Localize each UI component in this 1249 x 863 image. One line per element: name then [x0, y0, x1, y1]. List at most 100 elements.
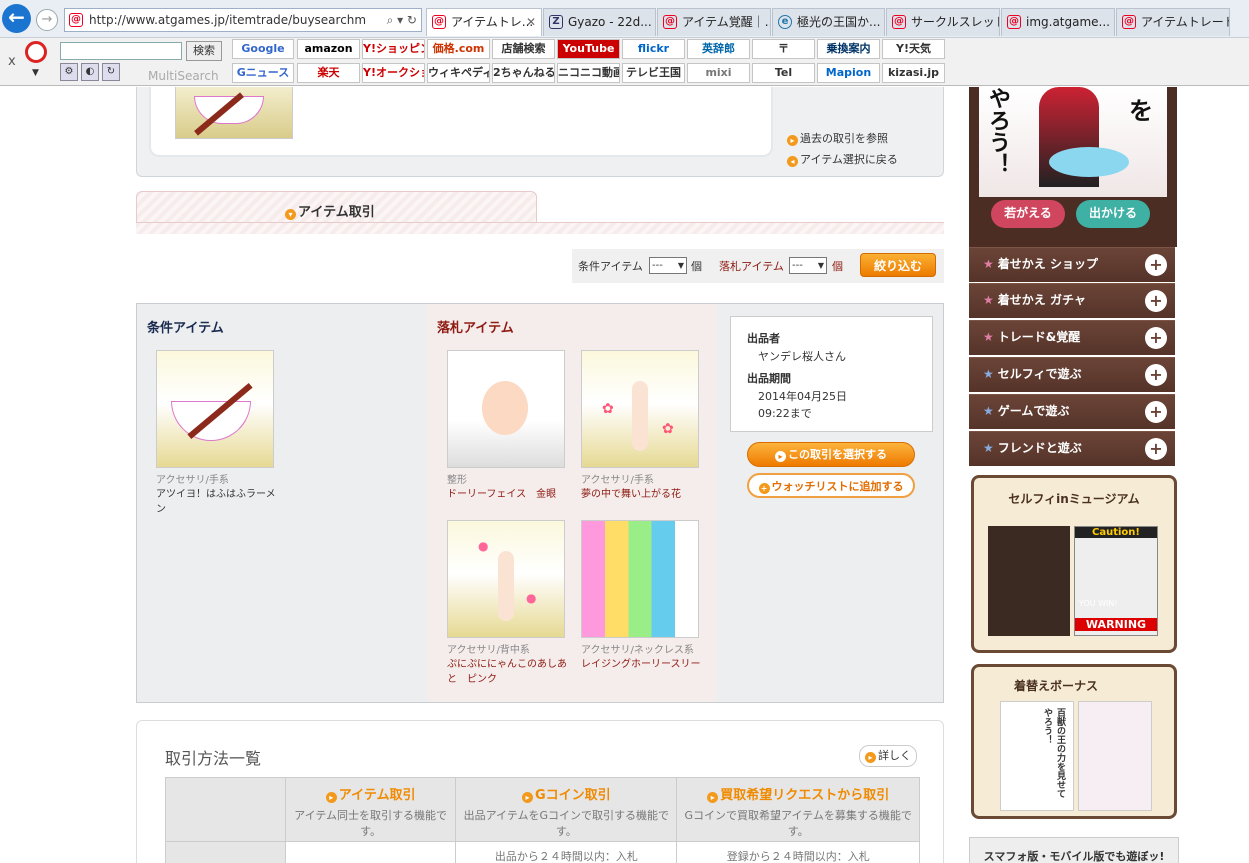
- tab-close-icon[interactable]: ✕: [526, 9, 536, 35]
- arrow-right-icon: ▸: [787, 135, 798, 146]
- narrow-down-button[interactable]: 絞り込む: [860, 253, 936, 277]
- multisearch-input[interactable]: [60, 42, 182, 60]
- select-trade-button[interactable]: ▸ この取引を選択する: [747, 442, 915, 467]
- top-item-box: ▸ 過去の取引を参照 ◂ アイテム選択に戻る: [136, 87, 944, 177]
- sidebar: やろう！ を 若がえる 出かける ★ 着せかえ ショップ + ★ 着せかえ ガチャ + …: [969, 87, 1179, 863]
- rejuvenate-button[interactable]: 若がえる: [991, 200, 1065, 228]
- quick-link-eijiro[interactable]: 英辞郎: [687, 39, 750, 59]
- item-thumbnail[interactable]: [581, 520, 699, 638]
- tab-label: Gyazo - 22d...: [568, 15, 652, 29]
- quick-link-tv-oukoku[interactable]: テレビ王国: [622, 63, 685, 83]
- character-banner[interactable]: やろう！ を: [979, 87, 1167, 197]
- drop-item[interactable]: ● ● アクセサリ/背中系 ぷにぷににゃんこのあしあと ピンク: [447, 520, 567, 687]
- tab-1[interactable]: @ アイテムトレ... ✕: [426, 8, 542, 36]
- sidebar-item-gacha[interactable]: ★ 着せかえ ガチャ +: [969, 283, 1175, 318]
- quick-link-wikipedia[interactable]: ウィキペディア: [427, 63, 490, 83]
- quick-link-youtube[interactable]: YouTube: [557, 39, 620, 59]
- method-gcoin-trade: ▸ Gコイン取引 出品アイテムをGコインで取引する機能です。: [455, 777, 678, 842]
- history-link[interactable]: ▸ 過去の取引を参照: [787, 130, 888, 146]
- method-request-row2: 登録から２４時間以内：入札: [676, 841, 920, 863]
- quick-link-2ch[interactable]: 2ちゃんねる: [492, 63, 555, 83]
- go-out-button[interactable]: 出かける: [1076, 200, 1150, 228]
- back-link-label: アイテム選択に戻る: [800, 153, 898, 166]
- smartphone-banner[interactable]: スマフォ版・モバイル版でも遊ぼッ!: [969, 837, 1179, 863]
- quick-link-kizasi[interactable]: kizasi.jp: [882, 63, 945, 83]
- back-button[interactable]: ←: [2, 4, 31, 33]
- quick-link-postal[interactable]: 〒: [752, 39, 815, 59]
- tab-label: アイテムトレ...: [451, 15, 534, 29]
- item-thumbnail[interactable]: ✿ ✿: [581, 350, 699, 468]
- details-button[interactable]: ▸ 詳しく: [859, 745, 917, 767]
- cond-count-select[interactable]: ---: [649, 257, 687, 274]
- quick-link-kakaku[interactable]: 価格.com: [427, 39, 490, 59]
- quick-link-google[interactable]: Google: [232, 39, 294, 59]
- multisearch-logo-icon[interactable]: [25, 41, 47, 63]
- tab-4[interactable]: e 極光の王国か...: [772, 8, 885, 36]
- quick-link-mapion[interactable]: Mapion: [817, 63, 880, 83]
- tab-item-trade[interactable]: ▾ アイテム取引: [136, 191, 537, 223]
- menu-label: トレード&覚醒: [997, 330, 1081, 344]
- museum-banner[interactable]: セルフィinミュージアム Caution! YOU WIN! WARNING: [971, 475, 1177, 653]
- drop-item[interactable]: ✿ ✿ アクセサリ/手系 夢の中で舞い上がる花: [581, 350, 701, 502]
- quick-link-tel[interactable]: Tel: [752, 63, 815, 83]
- plus-icon[interactable]: +: [1145, 290, 1167, 312]
- quick-link-flickr[interactable]: flickr: [622, 39, 685, 59]
- methods-title: 取引方法一覧: [165, 749, 262, 768]
- star-icon: ★: [983, 441, 994, 455]
- back-to-select-link[interactable]: ◂ アイテム選択に戻る: [787, 151, 898, 167]
- sidebar-item-selfy[interactable]: ★ セルフィで遊ぶ +: [969, 357, 1175, 392]
- forward-button[interactable]: →: [36, 9, 58, 31]
- plus-icon[interactable]: +: [1145, 364, 1167, 386]
- eraser-icon[interactable]: ◐: [81, 63, 99, 81]
- refresh-icon[interactable]: ↻: [102, 63, 120, 81]
- quick-link-rakuten[interactable]: 楽天: [297, 63, 360, 83]
- plus-icon[interactable]: +: [1145, 401, 1167, 423]
- sidebar-item-shop[interactable]: ★ 着せかえ ショップ +: [969, 247, 1175, 282]
- drop-count-select[interactable]: ---: [789, 257, 827, 274]
- quick-link-shop-search[interactable]: 店舗検索: [492, 39, 555, 59]
- quick-link-yahoo-auction[interactable]: Y!オークション: [362, 63, 425, 83]
- plus-icon[interactable]: +: [1145, 327, 1167, 349]
- banner-char: を: [1129, 97, 1153, 125]
- ramen-thumbnail[interactable]: [175, 87, 293, 139]
- arrow-right-icon: ▸: [865, 752, 876, 763]
- chevron-down-icon[interactable]: ▼: [32, 68, 39, 78]
- sidebar-item-game[interactable]: ★ ゲームで遊ぶ +: [969, 394, 1175, 429]
- cond-item[interactable]: アクセサリ/手系 アツイヨ！はふはふラーメン: [156, 350, 276, 517]
- tab-6[interactable]: @ img.atgame...: [1001, 8, 1115, 36]
- sidebar-item-friend[interactable]: ★ フレンドと遊ぶ +: [969, 431, 1175, 466]
- drop-item[interactable]: アクセサリ/ネックレス系 レイジングホーリースリー: [581, 520, 701, 672]
- item-name: ドーリーフェイス 金眼: [447, 489, 557, 500]
- item-thumbnail[interactable]: ● ●: [447, 520, 565, 638]
- seller-label: 出品者: [747, 332, 780, 345]
- tab-3[interactable]: @ アイテム覚醒｜...: [657, 8, 771, 36]
- site-favicon-icon: @: [69, 13, 83, 27]
- quick-link-nicovideo[interactable]: ニコニコ動画: [557, 63, 620, 83]
- quick-link-transit[interactable]: 乗換案内: [817, 39, 880, 59]
- sidebar-item-trade[interactable]: ★ トレード&覚醒 +: [969, 320, 1175, 355]
- quick-link-weather[interactable]: Y!天気: [882, 39, 945, 59]
- bonus-banner[interactable]: 着替えボーナス 百獣の王の力を見せてやろう！: [971, 664, 1177, 819]
- quick-link-yahoo-shopping[interactable]: Y!ショッピング: [362, 39, 425, 59]
- address-bar[interactable]: @ http://www.atgames.jp/itemtrade/buysea…: [64, 8, 422, 32]
- tab-2[interactable]: Z Gyazo - 22d...: [543, 8, 656, 36]
- plus-icon[interactable]: +: [1145, 254, 1167, 276]
- tab-7[interactable]: @ アイテムトレード...: [1116, 8, 1230, 36]
- quick-link-google-news[interactable]: Gニュース: [232, 63, 294, 83]
- wrench-icon[interactable]: ⚙: [60, 63, 78, 81]
- tab-5[interactable]: @ サークルスレッド...: [886, 8, 1000, 36]
- quick-link-mixi[interactable]: mixi: [687, 63, 750, 83]
- multisearch-button[interactable]: 検索: [186, 41, 222, 61]
- drop-item[interactable]: 整形 ドーリーフェイス 金眼: [447, 350, 567, 502]
- item-thumbnail[interactable]: [447, 350, 565, 468]
- tab-favicon-icon: @: [432, 15, 446, 29]
- item-thumbnail[interactable]: [156, 350, 274, 468]
- plus-icon[interactable]: +: [1145, 438, 1167, 460]
- add-watchlist-label: ウォッチリストに追加する: [771, 480, 904, 493]
- address-controls-icon[interactable]: ⌕ ▾ ↻: [387, 9, 417, 31]
- toolbar-close-icon[interactable]: x: [8, 54, 16, 69]
- museum-caution: Caution!: [1075, 527, 1157, 538]
- quick-link-amazon[interactable]: amazon: [297, 39, 360, 59]
- method-head: Gコイン取引: [535, 788, 611, 803]
- add-watchlist-button[interactable]: + ウォッチリストに追加する: [747, 473, 915, 498]
